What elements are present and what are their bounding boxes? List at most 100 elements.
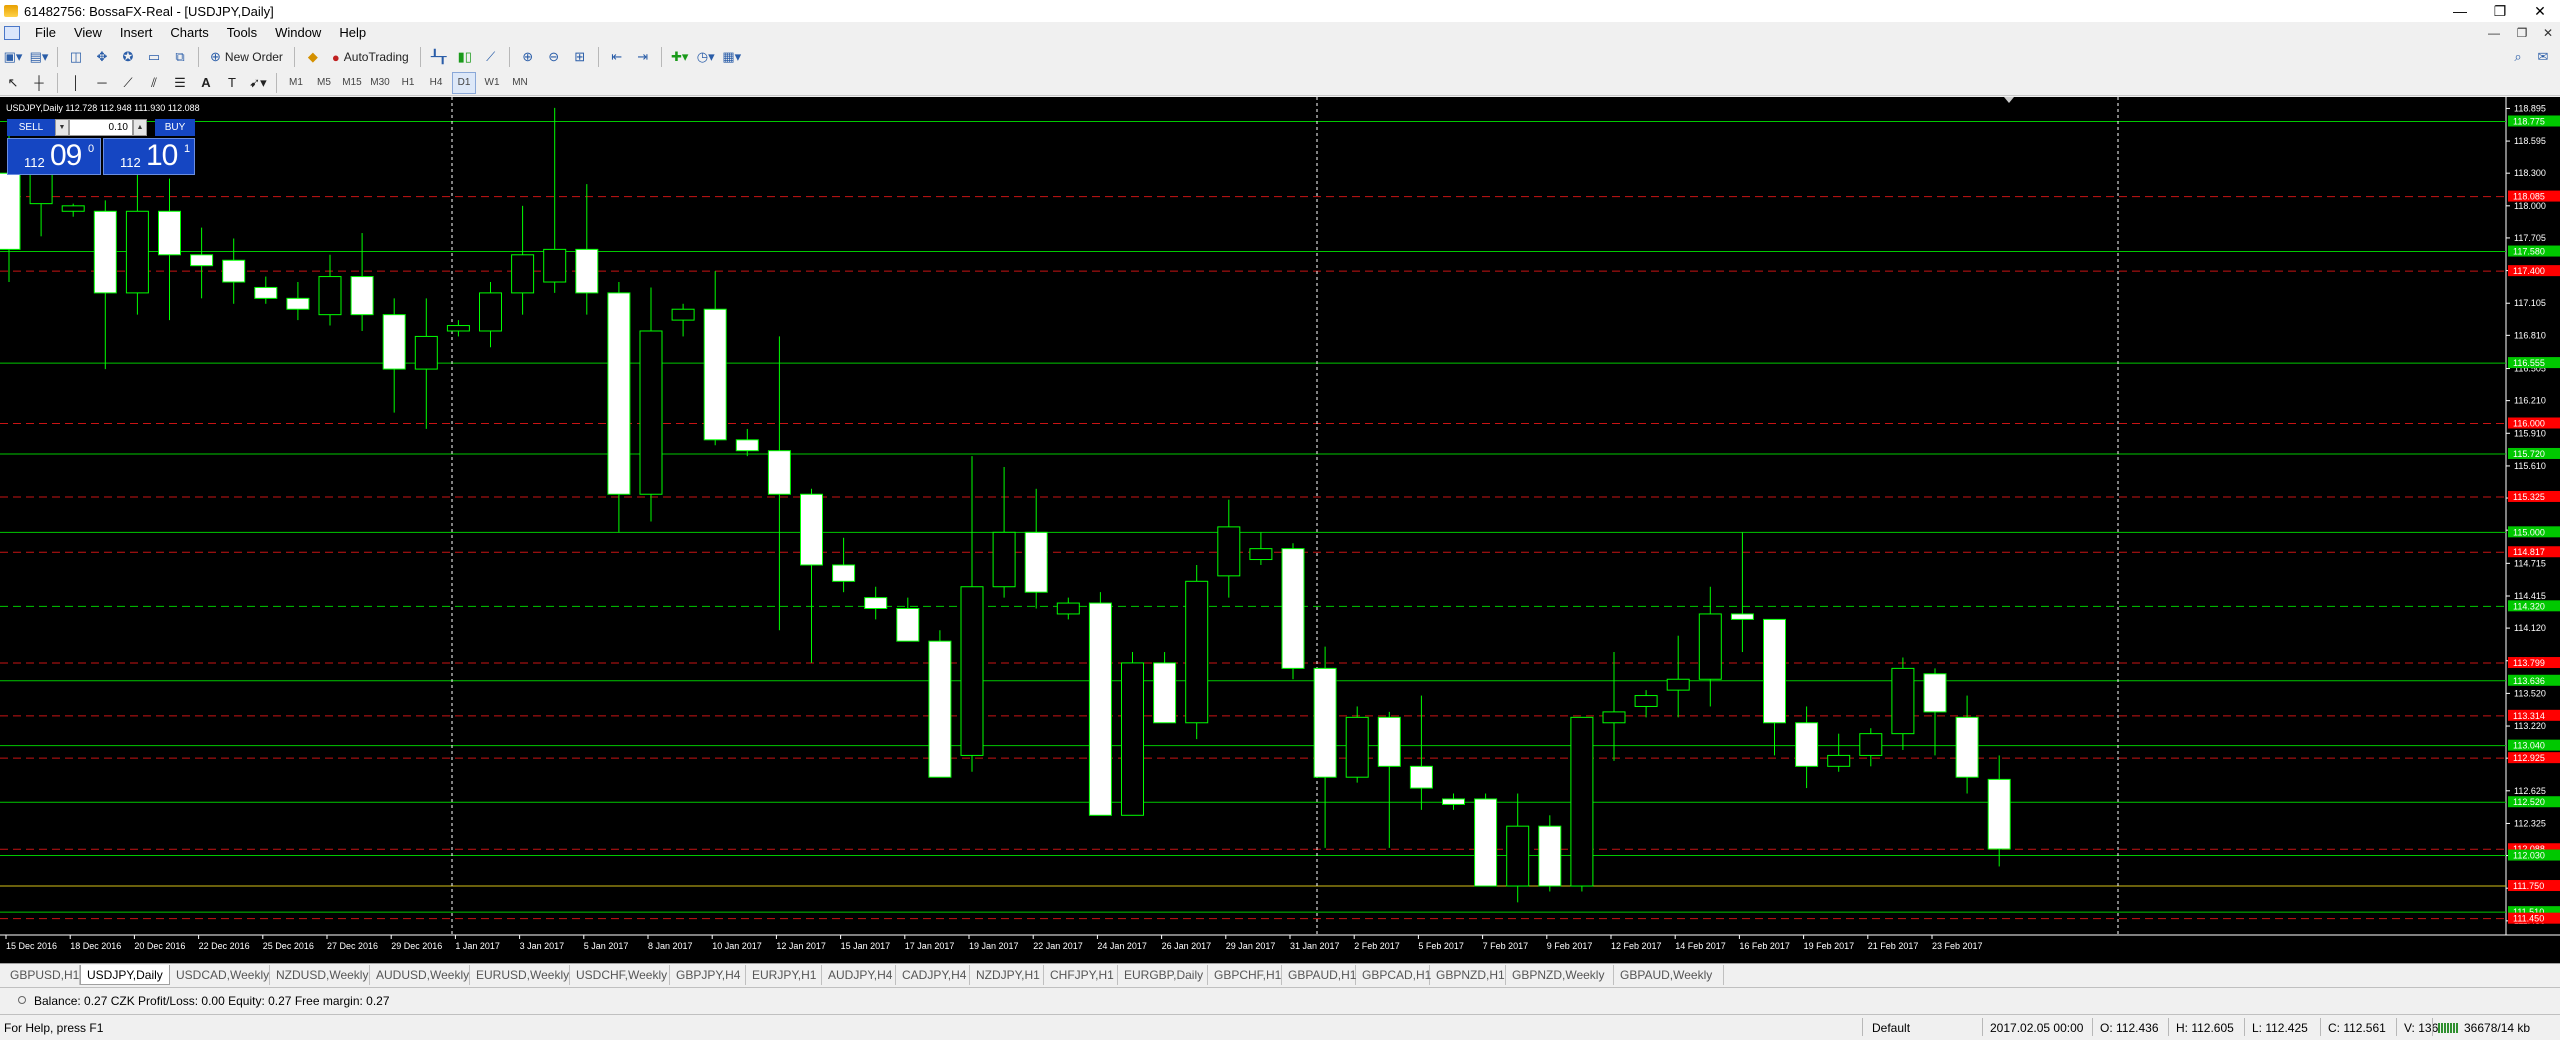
timeframe-d1[interactable]: D1 (452, 71, 476, 94)
chart-window[interactable]: 118.895 118.595 118.300 118.000 117.705 117.4… (0, 97, 2560, 963)
fibonacci-icon[interactable]: ☰ (169, 72, 191, 94)
chart-tab[interactable]: GBPAUD,H1 (1282, 965, 1356, 985)
mdi-restore-button[interactable]: ❐ (2508, 22, 2536, 44)
buy-button[interactable]: BUY (155, 119, 195, 136)
chart-doc-icon[interactable] (4, 26, 20, 40)
line-chart-icon[interactable]: ⟋ (480, 46, 502, 68)
price-tick-label: 115.910 (2514, 428, 2546, 438)
menu-window[interactable]: Window (266, 22, 330, 44)
chart-shift-marker (2004, 97, 2014, 103)
menu-insert[interactable]: Insert (111, 22, 162, 44)
tile-windows-icon[interactable]: ⊞ (569, 46, 591, 68)
close-button[interactable]: ✕ (2520, 0, 2560, 22)
menu-tools[interactable]: Tools (218, 22, 266, 44)
chart-tab[interactable]: AUDJPY,H4 (822, 965, 896, 985)
chart-tab[interactable]: USDCHF,Weekly (570, 965, 670, 985)
zoom-out-icon[interactable]: ⊖ (543, 46, 565, 68)
text-icon[interactable]: A (195, 72, 217, 94)
chart-tab[interactable]: USDJPY,Daily (80, 965, 170, 985)
timeframe-mn[interactable]: MN (508, 72, 532, 94)
search-icon[interactable]: ⌕ (2507, 46, 2529, 68)
chart-tab[interactable]: NZDUSD,Weekly (270, 965, 370, 985)
bid-price-box[interactable]: 112 09 0 (7, 138, 101, 175)
new-order-button[interactable]: ⊕ New Order (206, 46, 287, 68)
profiles-icon[interactable]: ▤▾ (28, 46, 50, 68)
chart-tab[interactable]: AUDUSD,Weekly (370, 965, 470, 985)
chart-tab[interactable]: GBPAUD,Weekly (1614, 965, 1724, 985)
strategy-tester-icon[interactable]: ⧉ (169, 46, 191, 68)
horizontal-line-icon[interactable]: ─ (91, 72, 113, 94)
indicators-icon[interactable]: ✚▾ (669, 46, 691, 68)
zoom-in-icon[interactable]: ⊕ (517, 46, 539, 68)
timeframe-m30[interactable]: M30 (368, 72, 392, 94)
cursor-icon[interactable]: ↖ (2, 72, 24, 94)
chart-tab[interactable]: GBPJPY,H4 (670, 965, 746, 985)
menu-file[interactable]: File (26, 22, 65, 44)
ask-price-box[interactable]: 112 10 1 (103, 138, 195, 175)
lot-increase-button[interactable]: ▲ (133, 119, 147, 136)
chart-tab[interactable]: USDCAD,Weekly (170, 965, 270, 985)
equidistant-channel-icon[interactable]: ⫽ (143, 72, 165, 94)
lot-decrease-button[interactable]: ▼ (55, 119, 69, 136)
minimize-button[interactable]: — (2440, 0, 2480, 22)
chart-tab[interactable]: CHFJPY,H1 (1044, 965, 1118, 985)
candle-body (1538, 825, 1562, 887)
templates-icon[interactable]: ▦▾ (721, 46, 743, 68)
candle-body (960, 586, 984, 756)
autotrading-button[interactable]: ● AutoTrading (328, 46, 413, 68)
metaeditor-icon[interactable]: ◆ (302, 46, 324, 68)
crosshair-icon[interactable]: ┼ (28, 72, 50, 94)
menu-charts[interactable]: Charts (161, 22, 217, 44)
label-icon[interactable]: T (221, 72, 243, 94)
date-tick-label: 3 Jan 2017 (520, 941, 565, 951)
candle-body (832, 564, 856, 582)
chart-tab[interactable]: NZDJPY,H1 (970, 965, 1044, 985)
timeframe-m15[interactable]: M15 (340, 72, 364, 94)
chart-tab[interactable]: CADJPY,H4 (896, 965, 970, 985)
candlestick-chart-icon[interactable]: ▮▯ (454, 46, 476, 68)
timeframe-h1[interactable]: H1 (396, 72, 420, 94)
new-chart-icon[interactable]: ▣▾ (2, 46, 24, 68)
mdi-minimize-button[interactable]: — (2480, 22, 2508, 44)
price-tick-label: 116.210 (2514, 396, 2546, 406)
chat-icon[interactable]: ✉ (2532, 46, 2554, 68)
menu-view[interactable]: View (65, 22, 111, 44)
chart-tab[interactable]: GBPNZD,H1 (1430, 965, 1506, 985)
chart-shift-icon[interactable]: ⇤ (606, 46, 628, 68)
chart-tab[interactable]: GBPCHF,H1 (1208, 965, 1282, 985)
maximize-button[interactable]: ❐ (2480, 0, 2520, 22)
menu-help[interactable]: Help (330, 22, 375, 44)
navigator-icon[interactable]: ✪ (117, 46, 139, 68)
mdi-close-button[interactable]: ✕ (2534, 22, 2560, 44)
terminal-icon[interactable]: ▭ (143, 46, 165, 68)
chart-tab[interactable]: EURJPY,H1 (746, 965, 822, 985)
trendline-icon[interactable]: ⟋ (117, 72, 139, 94)
timeframe-h4[interactable]: H4 (424, 72, 448, 94)
candle-body (382, 314, 406, 370)
lot-size-input[interactable]: 0.10 (69, 119, 133, 136)
chart-tab[interactable]: GBPCAD,H1 (1356, 965, 1431, 985)
chart-tab[interactable]: EURUSD,Weekly (470, 965, 570, 985)
vertical-line-icon[interactable]: │ (65, 72, 87, 94)
timeframe-m5[interactable]: M5 (312, 72, 336, 94)
sell-button[interactable]: SELL (7, 119, 55, 136)
arrows-icon[interactable]: ➹▾ (247, 72, 269, 94)
date-tick-label: 15 Dec 2016 (6, 941, 57, 951)
data-window-icon[interactable]: ✥ (91, 46, 113, 68)
price-chart[interactable]: 118.895 118.595 118.300 118.000 117.705 117.4… (0, 97, 2560, 963)
candle-body (1570, 716, 1594, 887)
status-profile[interactable]: Default (1872, 1021, 1910, 1035)
candle-body (1121, 662, 1144, 816)
periods-icon[interactable]: ◷▾ (695, 46, 717, 68)
timeframe-m1[interactable]: M1 (284, 72, 308, 94)
market-watch-icon[interactable]: ◫ (65, 46, 87, 68)
candle-body (446, 325, 470, 332)
status-traffic: 36678/14 kb (2464, 1021, 2531, 1035)
bar-chart-icon[interactable]: ┸┰ (428, 46, 450, 68)
date-tick-label: 12 Jan 2017 (776, 941, 826, 951)
chart-tab[interactable]: GBPUSD,H1 (4, 965, 80, 985)
chart-tab[interactable]: GBPNZD,Weekly (1506, 965, 1614, 985)
autoscroll-icon[interactable]: ⇥ (632, 46, 654, 68)
timeframe-w1[interactable]: W1 (480, 72, 504, 94)
chart-tab[interactable]: EURGBP,Daily (1118, 965, 1208, 985)
